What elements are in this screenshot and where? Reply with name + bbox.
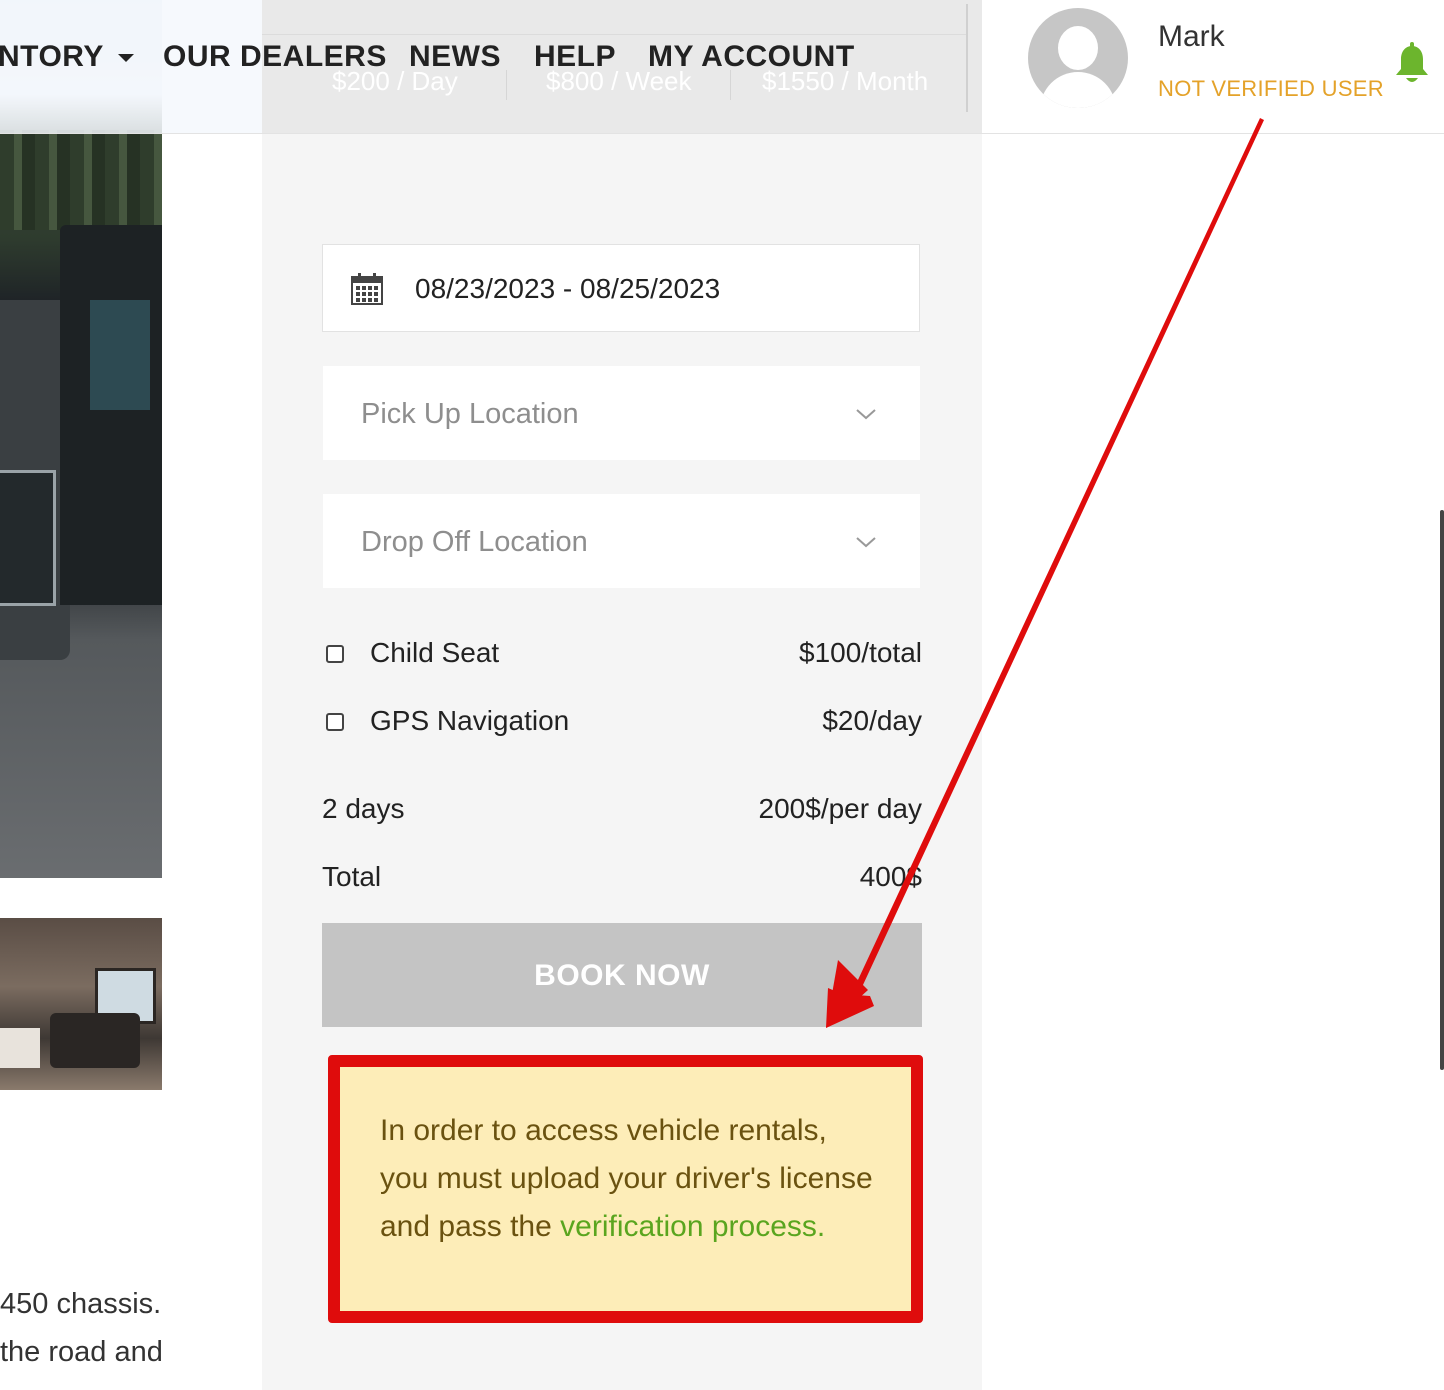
user-status-badge: NOT VERIFIED USER xyxy=(1158,76,1384,101)
nav-item-help[interactable]: HELP xyxy=(534,40,616,74)
duration-row: 2 days 200$/per day xyxy=(322,793,922,833)
nav-item-my-account[interactable]: MY ACCOUNT xyxy=(648,40,855,74)
nav-item-our-dealers[interactable]: OUR DEALERS xyxy=(163,40,387,74)
price-separator xyxy=(730,70,731,100)
avatar[interactable] xyxy=(1028,8,1128,108)
thumb-counter xyxy=(0,1028,40,1068)
dropoff-location-select[interactable]: Drop Off Location xyxy=(323,494,920,588)
duration-label: 2 days xyxy=(322,793,405,824)
photo-rv xyxy=(60,225,162,605)
price-separator xyxy=(506,70,507,100)
child-seat-checkbox[interactable] xyxy=(326,645,344,663)
pricing-divider-h xyxy=(262,34,966,35)
option-price: $20/day xyxy=(822,705,922,736)
photo-trees xyxy=(0,130,162,230)
option-label: Child Seat xyxy=(370,637,500,668)
duration-rate: 200$/per day xyxy=(758,793,922,824)
calendar-icon xyxy=(351,273,383,305)
chevron-down-icon xyxy=(856,537,876,548)
avatar-head xyxy=(1058,26,1098,70)
caret-down-icon xyxy=(117,54,134,63)
option-gps-navigation: GPS Navigation $20/day xyxy=(322,705,922,745)
nav-item-inventory[interactable]: NTORY xyxy=(0,40,134,74)
site-header: $200 / Day $800 / Week $1550 / Month NTO… xyxy=(0,0,1444,134)
gps-navigation-checkbox[interactable] xyxy=(326,713,344,731)
user-name[interactable]: Mark xyxy=(1158,20,1225,54)
description-line-1: 450 chassis. xyxy=(0,1288,162,1320)
vehicle-photo-thumbnail[interactable] xyxy=(0,918,162,1090)
option-label: GPS Navigation xyxy=(370,705,570,736)
option-price: $100/total xyxy=(799,637,922,668)
pickup-placeholder: Pick Up Location xyxy=(361,398,579,430)
pickup-location-select[interactable]: Pick Up Location xyxy=(323,366,920,460)
book-now-button[interactable]: BOOK NOW xyxy=(322,923,922,1027)
total-label: Total xyxy=(322,861,382,892)
total-row: Total 400$ xyxy=(322,861,922,901)
photo-grille xyxy=(0,470,56,606)
notice-text: In order to access vehicle rentals, you … xyxy=(380,1107,880,1251)
chevron-down-icon xyxy=(856,409,876,420)
side-panel-edge xyxy=(1440,510,1444,1070)
nav-item-news[interactable]: NEWS xyxy=(409,40,501,74)
verification-process-link[interactable]: verification process. xyxy=(560,1210,825,1243)
date-range-value: 08/23/2023 - 08/25/2023 xyxy=(415,273,721,304)
bell-icon[interactable] xyxy=(1394,42,1430,86)
option-child-seat: Child Seat $100/total xyxy=(322,637,922,677)
photo-rv-window xyxy=(90,300,150,410)
total-value: 400$ xyxy=(859,861,922,892)
description-line-2: the road and xyxy=(0,1336,163,1368)
nav-label: NTORY xyxy=(0,40,104,73)
date-range-input[interactable]: 08/23/2023 - 08/25/2023 xyxy=(322,244,920,332)
dropoff-placeholder: Drop Off Location xyxy=(361,526,588,558)
thumb-sofa xyxy=(50,1013,140,1068)
avatar-body xyxy=(1040,72,1116,108)
pricing-divider-v xyxy=(966,4,968,112)
verification-notice: In order to access vehicle rentals, you … xyxy=(328,1055,923,1323)
